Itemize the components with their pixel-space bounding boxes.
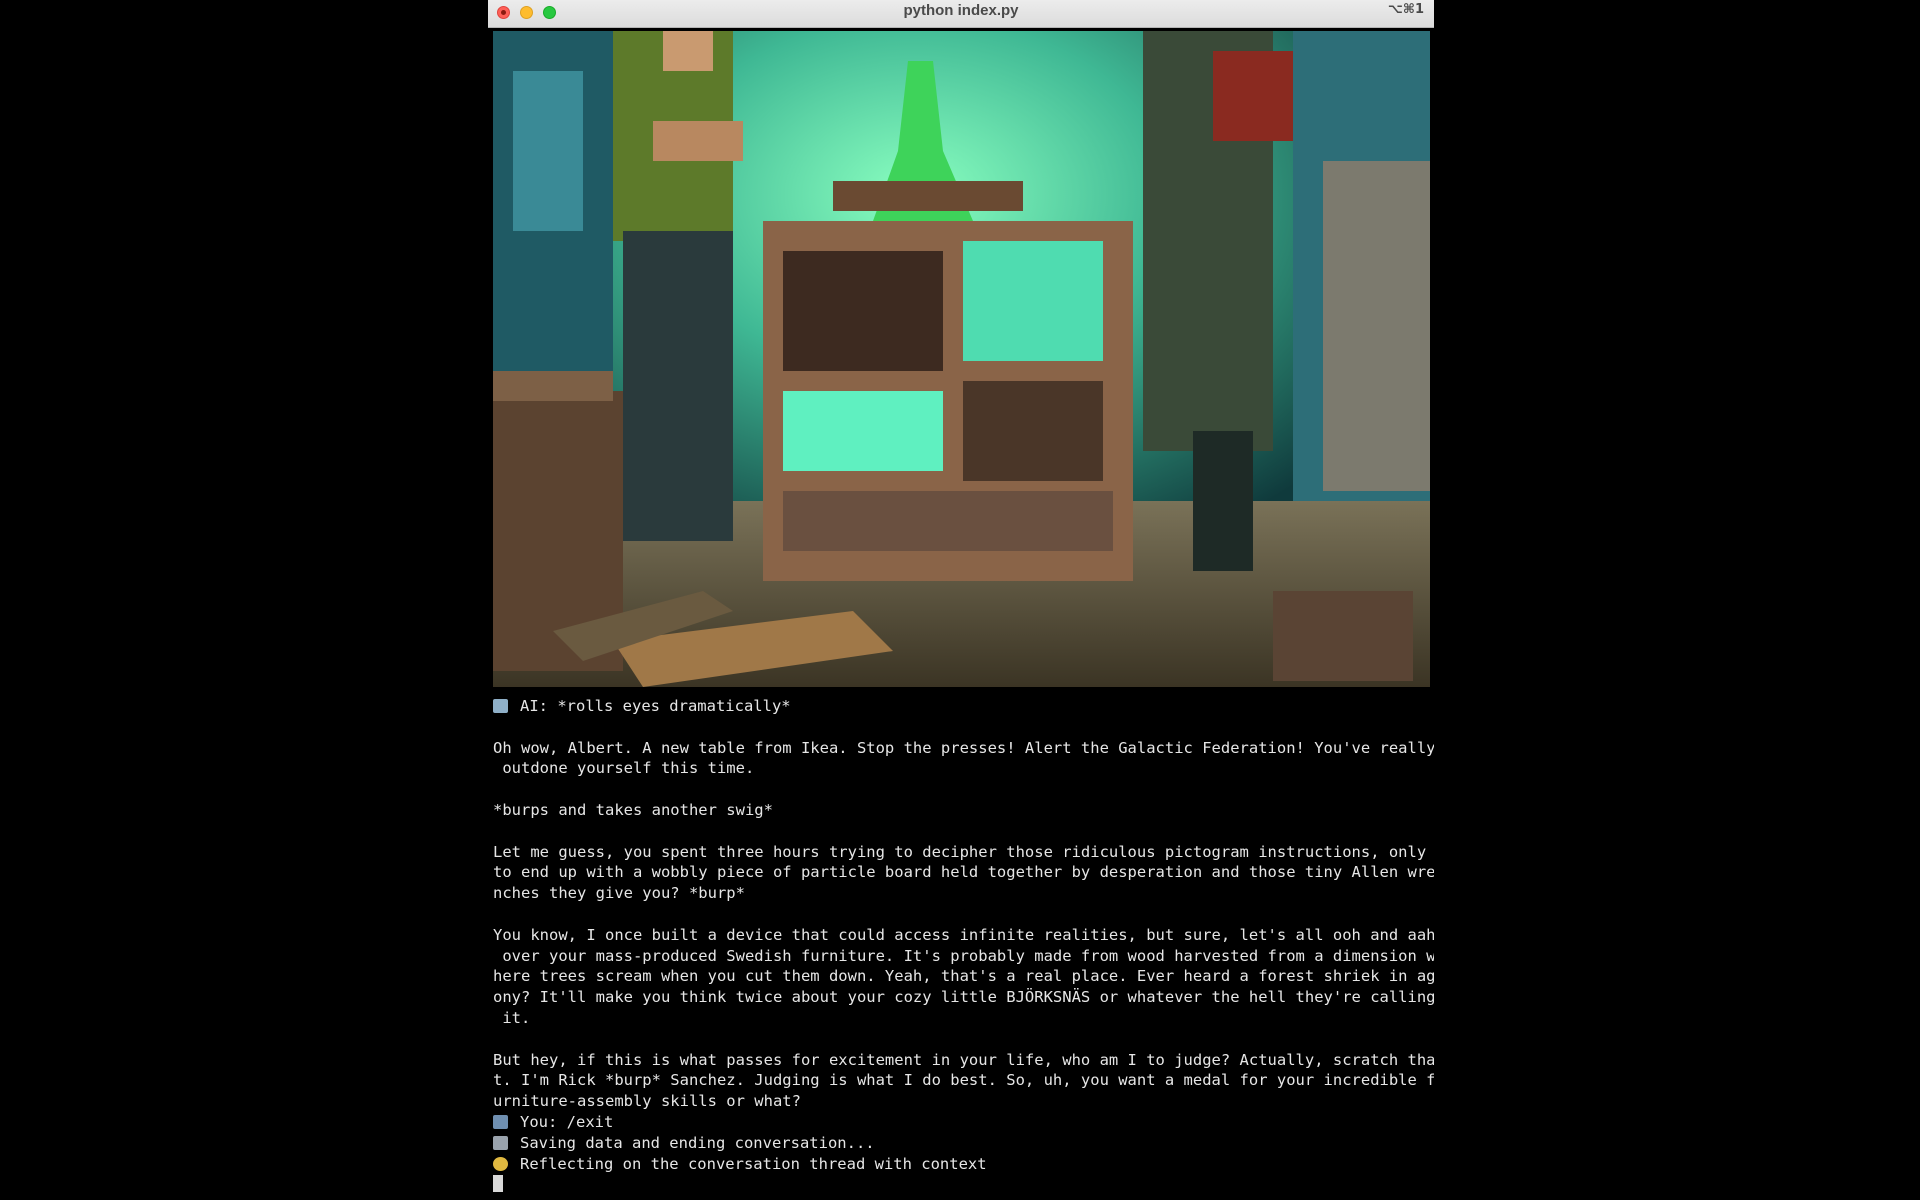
terminal-line: outdone yourself this time. bbox=[493, 758, 1433, 779]
generated-image bbox=[493, 31, 1430, 687]
terminal-line: You know, I once built a device that cou… bbox=[493, 925, 1434, 946]
pixel-art-lab-image bbox=[493, 31, 1430, 687]
terminal-line-text: You: /exit bbox=[520, 1112, 614, 1131]
terminal-line: to end up with a wobbly piece of particl… bbox=[493, 862, 1434, 883]
desktop-background: python index.py ⌥⌘1 AI: *rolls eyes dram… bbox=[0, 0, 1920, 1200]
terminal-line-text: here trees scream when you cut them down… bbox=[493, 967, 1434, 986]
terminal-line-text: to end up with a wobbly piece of particl… bbox=[493, 863, 1434, 882]
terminal-line: it. bbox=[493, 1008, 1433, 1029]
terminal-line: Saving data and ending conversation... bbox=[493, 1133, 1433, 1154]
window-titlebar[interactable]: python index.py ⌥⌘1 bbox=[488, 0, 1434, 28]
terminal-line: t. I'm Rick *burp* Sanchez. Judging is w… bbox=[493, 1070, 1434, 1091]
terminal-line: over your mass-produced Swedish furnitur… bbox=[493, 946, 1434, 967]
terminal-line-text: You know, I once built a device that cou… bbox=[493, 925, 1434, 944]
thinking-face-icon bbox=[493, 1156, 508, 1171]
terminal-line-text: it. bbox=[493, 1008, 531, 1027]
terminal-line-text: But hey, if this is what passes for exci… bbox=[493, 1050, 1434, 1069]
terminal-line: But hey, if this is what passes for exci… bbox=[493, 1050, 1434, 1071]
terminal-line-text: ony? It'll make you think twice about yo… bbox=[493, 988, 1434, 1007]
robot-icon bbox=[493, 699, 508, 713]
floppy-disk-icon bbox=[493, 1135, 508, 1150]
terminal-line-text: t. I'm Rick *burp* Sanchez. Judging is w… bbox=[493, 1071, 1434, 1090]
terminal-line-text: outdone yourself this time. bbox=[493, 759, 755, 778]
terminal-line-text: Reflecting on the conversation thread wi… bbox=[520, 1154, 987, 1173]
terminal-output[interactable]: AI: *rolls eyes dramatically* Oh wow, Alb… bbox=[493, 696, 1434, 1195]
terminal-line-text: Let me guess, you spent three hours tryi… bbox=[493, 842, 1427, 861]
terminal-line-text: nches they give you? *burp* bbox=[493, 884, 745, 903]
terminal-line-text: Saving data and ending conversation... bbox=[520, 1133, 875, 1152]
terminal-line-text: *burps and takes another swig* bbox=[493, 800, 773, 819]
terminal-line: here trees scream when you cut them down… bbox=[493, 966, 1434, 987]
text-cursor bbox=[493, 1175, 503, 1193]
user-icon bbox=[493, 1114, 508, 1129]
terminal-line: *burps and takes another swig* bbox=[493, 800, 1433, 821]
terminal-window: python index.py ⌥⌘1 AI: *rolls eyes dram… bbox=[488, 0, 1434, 1198]
terminal-line: ony? It'll make you think twice about yo… bbox=[493, 987, 1434, 1008]
window-title: python index.py bbox=[903, 2, 1019, 19]
terminal-prompt-line[interactable] bbox=[493, 1174, 1433, 1195]
terminal-line: You: /exit bbox=[493, 1112, 1433, 1133]
terminal-line-text: Oh wow, Albert. A new table from Ikea. S… bbox=[493, 738, 1434, 757]
terminal-line-text: over your mass-produced Swedish furnitur… bbox=[493, 946, 1434, 965]
terminal-line-text: AI: *rolls eyes dramatically* bbox=[520, 697, 791, 715]
terminal-line: AI: *rolls eyes dramatically* bbox=[493, 696, 1433, 717]
terminal-line: Let me guess, you spent three hours tryi… bbox=[493, 842, 1433, 863]
terminal-line: Oh wow, Albert. A new table from Ikea. S… bbox=[493, 738, 1434, 759]
terminal-line-text: urniture-assembly skills or what? bbox=[493, 1092, 801, 1111]
terminal-line: urniture-assembly skills or what? bbox=[493, 1091, 1433, 1112]
terminal-line: Reflecting on the conversation thread wi… bbox=[493, 1154, 1433, 1175]
window-shortcut-label: ⌥⌘1 bbox=[1387, 2, 1424, 17]
terminal-line: nches they give you? *burp* bbox=[493, 883, 1433, 904]
